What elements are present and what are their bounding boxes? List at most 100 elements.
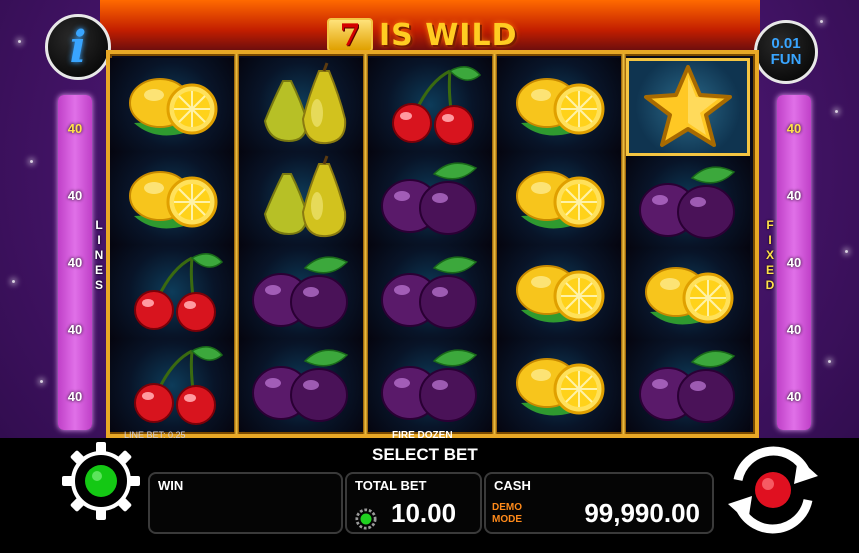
reel-1: [110, 58, 234, 432]
sparkle: [18, 40, 21, 43]
lines-vertical-label: LINES: [93, 218, 105, 293]
fixed-vertical-label: FIXED: [764, 218, 776, 293]
lemon-icon: [129, 171, 218, 229]
line-count[interactable]: 40: [787, 188, 801, 203]
cash-panel: CASH DEMO MODE 99,990.00: [484, 472, 714, 534]
game-title: 7 IS WILD: [327, 17, 549, 53]
star-symbol: [626, 58, 750, 156]
cash-value: 99,990.00: [584, 498, 700, 528]
reels-area: [106, 50, 759, 438]
demo-mode-badge: DEMO MODE: [492, 502, 522, 526]
lemon-icon: [516, 77, 605, 136]
vertical-letter: E: [94, 263, 103, 277]
cash-label: CASH: [494, 478, 531, 493]
plum-symbol: [626, 156, 750, 248]
win-panel: WIN: [148, 472, 343, 534]
coin-currency: FUN: [770, 51, 802, 68]
sparkle: [828, 360, 831, 363]
plum-icon: [381, 349, 478, 423]
vertical-letter: X: [765, 248, 774, 262]
sparkle: [820, 20, 823, 23]
demo-mode-line2: MODE: [492, 514, 522, 525]
pear-symbol: [239, 58, 363, 152]
lemon-symbol: [626, 248, 750, 340]
lemon-icon: [516, 264, 605, 323]
pear-symbol: [239, 151, 363, 245]
pear-icon: [263, 62, 347, 144]
lemon-symbol: [110, 58, 234, 152]
line-count[interactable]: 40: [787, 121, 801, 136]
cherry-symbol: [110, 338, 234, 432]
plum-icon: [381, 256, 478, 329]
lemon-icon: [129, 77, 218, 136]
coin-value-button[interactable]: 0.01 FUN: [754, 20, 818, 84]
lemon-icon: [516, 171, 605, 229]
lemon-symbol: [497, 151, 621, 245]
lemon-symbol: [497, 58, 621, 152]
select-bet-label: SELECT BET: [372, 445, 478, 464]
lines-indicator-left: 40 40 40 40 40: [58, 95, 92, 430]
vertical-letter: E: [765, 263, 774, 277]
star-icon: [644, 65, 732, 147]
sparkle: [30, 160, 33, 163]
line-count[interactable]: 40: [68, 188, 82, 203]
sparkle: [845, 250, 848, 253]
bet-settings-icon[interactable]: [355, 508, 377, 530]
plum-symbol: [626, 340, 750, 432]
plum-icon: [639, 350, 736, 423]
sparkle: [40, 380, 43, 383]
spin-button[interactable]: [718, 440, 828, 540]
reel-2: [239, 58, 363, 432]
plum-symbol: [239, 338, 363, 432]
reel-4: [497, 58, 621, 432]
vertical-letter: S: [94, 278, 103, 292]
line-count[interactable]: 40: [787, 255, 801, 270]
line-count[interactable]: 40: [68, 322, 82, 337]
info-button[interactable]: i: [45, 14, 111, 80]
coin-value: 0.01: [771, 35, 801, 52]
total-bet-value: 10.00: [391, 498, 457, 528]
line-count[interactable]: 40: [68, 389, 82, 404]
plum-symbol: [368, 338, 492, 432]
line-count[interactable]: 40: [787, 389, 801, 404]
sparkle: [835, 110, 838, 113]
lemon-symbol: [497, 338, 621, 432]
line-count[interactable]: 40: [68, 121, 82, 136]
reel-5: [626, 58, 750, 432]
plum-icon: [381, 162, 478, 236]
lemon-icon: [645, 267, 734, 325]
plum-icon: [252, 349, 349, 423]
seven-wild-icon: 7: [327, 18, 373, 53]
vertical-letter: L: [95, 218, 103, 232]
reel-3: [368, 58, 492, 432]
cherry-icon: [134, 252, 224, 332]
win-label: WIN: [158, 478, 184, 493]
plum-icon: [639, 166, 736, 239]
total-bet-panel[interactable]: TOTAL BET 10.00: [345, 472, 482, 534]
sparkle: [12, 280, 15, 283]
plum-symbol: [239, 245, 363, 339]
cherry-icon: [134, 346, 224, 426]
title-text: IS WILD: [379, 17, 518, 53]
line-count[interactable]: 40: [68, 255, 82, 270]
vertical-letter: F: [766, 218, 774, 232]
line-count[interactable]: 40: [787, 322, 801, 337]
lemon-icon: [516, 358, 605, 416]
settings-gear-button[interactable]: [60, 440, 142, 522]
vertical-letter: N: [94, 248, 104, 262]
plum-symbol: [368, 151, 492, 245]
plum-symbol: [368, 245, 492, 339]
lemon-symbol: [497, 245, 621, 339]
demo-mode-line1: DEMO: [492, 502, 522, 513]
info-icon: i: [69, 21, 87, 73]
vertical-letter: D: [765, 278, 775, 292]
vertical-letter: I: [768, 233, 772, 247]
lines-indicator-right: 40 40 40 40 40: [777, 95, 811, 430]
plum-icon: [252, 256, 349, 329]
vertical-letter: I: [97, 233, 101, 247]
total-bet-label: TOTAL BET: [355, 478, 427, 493]
pear-icon: [263, 155, 347, 238]
cherry-symbol: [368, 58, 492, 152]
cherry-symbol: [110, 245, 234, 339]
cherry-icon: [392, 65, 482, 145]
